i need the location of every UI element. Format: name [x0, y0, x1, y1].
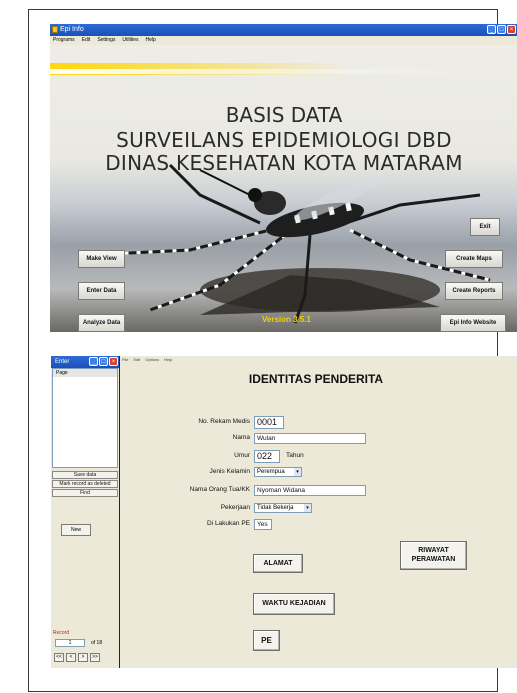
- last-record-button[interactable]: >>: [90, 653, 100, 662]
- menu-edit[interactable]: Edit: [82, 36, 91, 45]
- riwayat-perawatan-button[interactable]: RIWAYAT PERAWATAN: [400, 541, 467, 570]
- enter-menu-options[interactable]: Options: [145, 356, 159, 364]
- record-total: of 18: [91, 640, 103, 646]
- previous-record-button[interactable]: <: [66, 653, 76, 662]
- waktu-kejadian-button[interactable]: WAKTU KEJADIAN: [253, 593, 335, 615]
- enter-menubar: File Edit Options Help: [120, 356, 517, 364]
- menu-programs[interactable]: Programs: [53, 36, 75, 45]
- make-view-button[interactable]: Make View: [78, 250, 125, 268]
- mark-deleted-button[interactable]: Mark record as deleted: [52, 480, 118, 488]
- save-data-button[interactable]: Save data: [52, 471, 118, 479]
- enter-window-title: Enter: [55, 359, 70, 365]
- enter-menu-file[interactable]: File: [122, 356, 128, 364]
- riwayat-perawatan-label-line2: PERAWATAN: [411, 556, 456, 563]
- first-record-button[interactable]: <<: [54, 653, 64, 662]
- epi-info-website-button[interactable]: Epi Info Website: [440, 314, 506, 332]
- pekerjaan-value: Tidak Bekerja: [257, 505, 294, 511]
- nama-field[interactable]: Wulan: [254, 433, 366, 444]
- epi-info-titlebar: Epi Info _ □ ×: [50, 24, 517, 36]
- menu-settings[interactable]: Settings: [97, 36, 115, 45]
- enter-titlebar: Enter _ □ ×: [51, 356, 119, 368]
- jenis-kelamin-value: Perempua: [257, 469, 285, 475]
- menu-help[interactable]: Help: [146, 36, 156, 45]
- create-maps-button[interactable]: Create Maps: [445, 250, 503, 268]
- page-list[interactable]: Page: [52, 368, 118, 468]
- chevron-down-icon: ▾: [304, 504, 311, 512]
- enter-menu-help[interactable]: Help: [164, 356, 172, 364]
- heading-dinas: DINAS KESEHATAN KOTA MATARAM: [105, 151, 463, 175]
- minimize-button[interactable]: _: [487, 25, 496, 34]
- record-number-input[interactable]: 1: [55, 639, 85, 647]
- pekerjaan-label: Pekerjaan: [220, 504, 250, 511]
- rekam-medis-label: No. Rekam Medis: [198, 418, 250, 425]
- di-lakukan-pe-label: Di Lakukan PE: [207, 520, 250, 527]
- jenis-kelamin-label: Jenis Kelamin: [209, 468, 250, 475]
- analyze-data-button[interactable]: Analyze Data: [78, 314, 125, 332]
- page-list-item[interactable]: Page: [53, 369, 117, 377]
- umur-unit-label: Tahun: [286, 452, 304, 459]
- maximize-button[interactable]: □: [497, 25, 506, 34]
- enter-menu-edit[interactable]: Edit: [133, 356, 140, 364]
- form-title: IDENTITAS PENDERITA: [248, 372, 384, 386]
- close-button[interactable]: ×: [507, 25, 516, 34]
- umur-label: Umur: [234, 452, 250, 459]
- create-reports-button[interactable]: Create Reports: [445, 282, 503, 300]
- epi-info-window-title: Epi Info: [60, 26, 84, 33]
- menu-utilities[interactable]: Utilities: [122, 36, 138, 45]
- pe-button[interactable]: PE: [253, 630, 280, 651]
- new-record-button[interactable]: New: [61, 524, 91, 536]
- heading-surveilans: SURVEILANS EPIDEMIOLOGI DBD: [116, 128, 452, 152]
- enter-data-button[interactable]: Enter Data: [78, 282, 125, 300]
- epi-info-window: Epi Info _ □ × Programs Edit Settings Ut…: [50, 24, 517, 332]
- riwayat-perawatan-label-line1: RIWAYAT: [418, 547, 449, 554]
- enter-window: Enter _ □ × Page Save data Mark record a…: [51, 356, 517, 668]
- orang-tua-field[interactable]: Nyoman Widana: [254, 485, 366, 496]
- enter-maximize-button[interactable]: □: [99, 357, 108, 366]
- jenis-kelamin-select[interactable]: Perempua ▾: [254, 467, 302, 477]
- epi-info-menubar: Programs Edit Settings Utilities Help: [50, 36, 517, 45]
- orang-tua-label: Nama Orang Tua/KK: [189, 486, 250, 493]
- rekam-medis-field[interactable]: 0001: [254, 416, 284, 429]
- heading-basis-data: BASIS DATA: [225, 103, 343, 127]
- record-label: Record: [53, 630, 70, 636]
- form-area: File Edit Options Help IDENTITAS PENDERI…: [120, 356, 517, 668]
- app-icon: [52, 26, 58, 33]
- enter-side-panel: Enter _ □ × Page Save data Mark record a…: [51, 356, 120, 668]
- next-record-button[interactable]: >: [78, 653, 88, 662]
- nama-label: Nama: [232, 434, 250, 441]
- record-navigation: << < > >>: [54, 653, 100, 662]
- pekerjaan-select[interactable]: Tidak Bekerja ▾: [254, 503, 312, 513]
- version-label: Version 3.5.1: [262, 315, 311, 324]
- umur-field[interactable]: 022: [254, 450, 280, 463]
- alamat-button[interactable]: ALAMAT: [253, 554, 303, 573]
- di-lakukan-pe-field[interactable]: Yes: [254, 519, 272, 530]
- exit-button[interactable]: Exit: [470, 218, 500, 236]
- chevron-down-icon: ▾: [294, 468, 301, 476]
- enter-close-button[interactable]: ×: [109, 357, 118, 366]
- find-button[interactable]: Find: [52, 489, 118, 497]
- enter-minimize-button[interactable]: _: [89, 357, 98, 366]
